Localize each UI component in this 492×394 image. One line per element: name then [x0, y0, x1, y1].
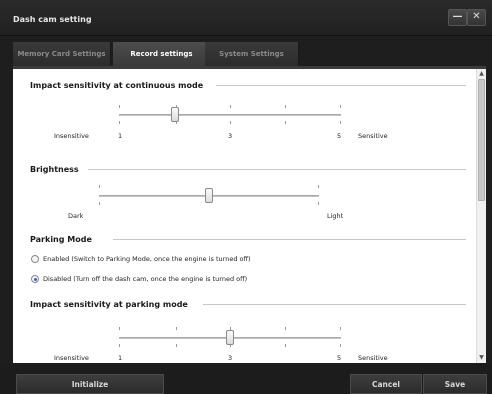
section-title-brightness: Brightness [30, 165, 79, 174]
section-divider [88, 169, 466, 170]
close-icon: ✕ [472, 11, 481, 22]
slider-thumb[interactable] [170, 107, 179, 122]
tab-record-settings[interactable]: Record settings [113, 42, 211, 66]
title-bar: Dash cam setting — ✕ [0, 0, 492, 36]
insensitive-label: Insensitive [54, 132, 89, 140]
slider-tick [230, 105, 231, 108]
slider-tick [318, 202, 319, 205]
radio-button-enabled[interactable] [31, 255, 39, 263]
tab-memory-card-settings[interactable]: Memory Card Settings [13, 42, 111, 66]
tab-system-settings[interactable]: System Settings [205, 42, 299, 66]
scale-label-1: 1 [118, 132, 123, 140]
minimize-icon: — [452, 11, 463, 22]
section-divider [113, 239, 466, 240]
record-settings-panel: Impact sensitivity at continuous mode In… [13, 69, 476, 363]
parking-mode-enabled-option[interactable]: Enabled (Switch to Parking Mode, once th… [31, 253, 251, 265]
slider-tick [119, 344, 120, 347]
scale-label-5: 5 [337, 132, 342, 140]
slider-tick [176, 344, 177, 347]
minimize-button[interactable]: — [448, 9, 467, 26]
scroll-up-arrow-icon[interactable]: ▲ [477, 69, 486, 79]
slider-tick [285, 121, 286, 124]
slider-tick [230, 121, 231, 124]
slider-tick [99, 185, 100, 188]
scroll-down-arrow-icon[interactable]: ▼ [477, 353, 486, 363]
scale-label-3: 3 [228, 132, 233, 140]
slider-tick [119, 121, 120, 124]
radio-button-disabled[interactable] [31, 275, 39, 283]
scale-label-5: 5 [337, 354, 342, 362]
slider-tick [119, 327, 120, 330]
radio-label-enabled: Enabled (Switch to Parking Mode, once th… [43, 255, 251, 263]
slider-tick [340, 105, 341, 108]
section-title-impact-continuous: Impact sensitivity at continuous mode [30, 81, 204, 90]
section-title-parking-mode: Parking Mode [30, 235, 92, 244]
light-label: Light [327, 212, 344, 220]
dark-label: Dark [68, 212, 84, 220]
section-title-impact-parking: Impact sensitivity at parking mode [30, 300, 188, 309]
slider-tick [318, 185, 319, 188]
scale-label-3: 3 [228, 354, 233, 362]
slider-tick [99, 202, 100, 205]
vertical-scrollbar[interactable]: ▲ ▼ [476, 69, 486, 363]
radio-label-disabled: Disabled (Turn off the dash cam, once th… [43, 275, 248, 283]
save-button[interactable]: Save [423, 374, 487, 394]
slider-tick [340, 327, 341, 330]
cancel-button[interactable]: Cancel [350, 374, 422, 394]
scrollbar-thumb[interactable] [478, 79, 485, 201]
sensitive-label: Sensitive [358, 354, 388, 362]
section-divider [216, 85, 466, 86]
dash-cam-setting-window: Dash cam setting — ✕ Memory Card Setting… [0, 0, 492, 394]
slider-tick [285, 105, 286, 108]
footer-bar: Initialize Cancel Save [0, 363, 492, 394]
window-title: Dash cam setting [13, 15, 92, 24]
slider-tick [119, 105, 120, 108]
slider-tick [285, 344, 286, 347]
slider-tick [176, 327, 177, 330]
initialize-button[interactable]: Initialize [16, 374, 164, 394]
slider-tick [340, 344, 341, 347]
sensitive-label: Sensitive [358, 132, 388, 140]
slider-thumb[interactable] [205, 188, 213, 203]
slider-track [119, 114, 341, 116]
slider-tick [340, 121, 341, 124]
parking-mode-disabled-option[interactable]: Disabled (Turn off the dash cam, once th… [31, 273, 247, 285]
scale-label-1: 1 [118, 354, 123, 362]
section-divider [203, 304, 466, 305]
close-button[interactable]: ✕ [467, 9, 486, 26]
slider-thumb[interactable] [226, 330, 234, 345]
tab-bar: Memory Card Settings Record settings Sys… [13, 42, 479, 66]
slider-tick [285, 327, 286, 330]
insensitive-label: Insensitive [54, 354, 89, 362]
